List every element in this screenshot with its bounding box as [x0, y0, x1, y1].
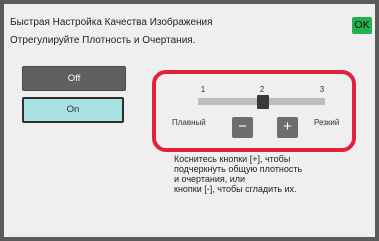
ok-button[interactable]: OK: [352, 17, 372, 34]
help-text: Коснитесь кнопки [+], чтобы подчеркнуть …: [174, 154, 354, 194]
tick-label-2: 2: [259, 85, 265, 94]
help-line-4: кнопки [-], чтобы сгладить их.: [174, 184, 297, 194]
off-button[interactable]: Off: [22, 66, 126, 91]
tick-label-1: 1: [200, 85, 206, 94]
minus-button[interactable]: −: [232, 117, 253, 138]
plus-button[interactable]: +: [277, 117, 298, 138]
help-line-2: подчеркнуть общую плотность: [174, 164, 303, 174]
help-line-1: Коснитесь кнопки [+], чтобы: [174, 154, 291, 164]
tick-label-3: 3: [319, 85, 325, 94]
slider-thumb[interactable]: [257, 95, 269, 109]
page-title: Быстрая Настройка Качества Изображения О…: [10, 14, 330, 50]
title-line-1: Быстрая Настройка Качества Изображения: [10, 17, 213, 28]
title-line-2: Отрегулируйте Плотность и Очертания.: [10, 35, 196, 46]
help-line-3: и очертания, или: [174, 174, 246, 184]
sharp-label: Резкий: [314, 118, 340, 127]
smooth-label: Плавный: [172, 118, 206, 127]
slider-highlight-frame: [152, 70, 356, 152]
on-button[interactable]: On: [22, 97, 124, 123]
